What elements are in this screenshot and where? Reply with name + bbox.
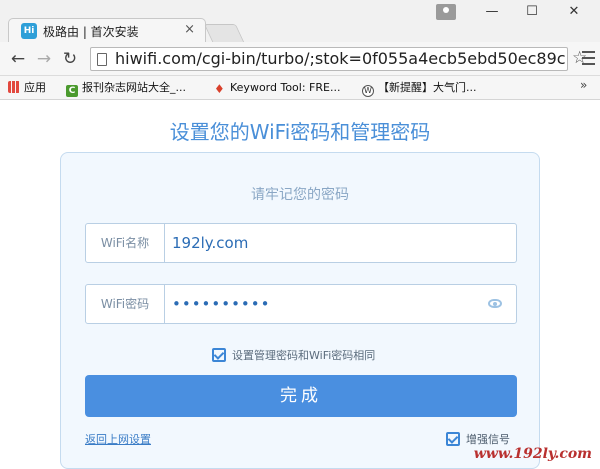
hiwifi-favicon-icon: Hi (21, 23, 37, 39)
boost-signal-label: 增强信号 (466, 433, 510, 446)
back-to-network-settings-link[interactable]: 返回上网设置 (85, 431, 151, 447)
wordpress-icon: W (362, 85, 374, 97)
show-password-eye-icon[interactable] (488, 299, 502, 308)
bookmark-label: Keyword Tool: FRE... (230, 81, 341, 94)
minimize-button[interactable]: — (482, 4, 502, 20)
bookmark-magazines[interactable]: C 报刊杂志网站大全_... (66, 80, 186, 97)
user-profile-icon[interactable] (436, 4, 456, 20)
same-password-label: 设置管理密码和WiFi密码相同 (232, 349, 376, 362)
password-input[interactable]: •••••••••• (172, 285, 270, 323)
bookmarks-overflow-icon[interactable]: » (580, 78, 587, 92)
url-text: hiwifi.com/cgi-bin/turbo/;stok=0f055a4ec… (115, 49, 566, 68)
bookmark-label: 报刊杂志网站大全_... (82, 81, 186, 94)
bookmark-apps[interactable]: 应用 (8, 80, 46, 96)
tab-close-icon[interactable]: × (184, 22, 195, 37)
same-password-option[interactable]: 设置管理密码和WiFi密码相同 (212, 347, 375, 363)
same-password-checkbox[interactable] (212, 348, 226, 362)
new-tab-button[interactable] (203, 24, 245, 42)
bookmark-reminder[interactable]: W 【新提醒】大气门... (362, 80, 477, 97)
browser-tab[interactable]: Hi 极路由 | 首次安装 × (8, 18, 206, 44)
password-field: WiFi密码 •••••••••• (85, 284, 517, 324)
page-title: 设置您的WiFi密码和管理密码 (169, 120, 431, 144)
chrome-menu-icon[interactable] (577, 47, 599, 69)
ssid-label: WiFi名称 (86, 224, 165, 262)
password-label: WiFi密码 (86, 285, 165, 323)
maximize-button[interactable]: ☐ (522, 4, 542, 20)
boost-signal-option[interactable]: 增强信号 (446, 431, 510, 447)
flame-icon: ♦ (214, 82, 225, 96)
page-icon (97, 53, 107, 66)
browser-titlebar: Hi 极路由 | 首次安装 × — ☐ ✕ (0, 0, 600, 44)
ssid-field: WiFi名称 192ly.com (85, 223, 517, 263)
reload-icon[interactable]: ↻ (60, 49, 80, 69)
back-arrow-icon[interactable]: ← (8, 49, 28, 69)
tab-title: 极路由 | 首次安装 (43, 25, 139, 39)
boost-signal-checkbox[interactable] (446, 432, 460, 446)
finish-button[interactable]: 完成 (85, 375, 517, 417)
c-icon: C (66, 85, 78, 97)
browser-toolbar: ← → ↻ hiwifi.com/cgi-bin/turbo/;stok=0f0… (0, 42, 600, 76)
bookmark-label: 应用 (24, 81, 46, 94)
apps-grid-icon (8, 81, 20, 93)
watermark: www.192ly.com (473, 446, 592, 462)
card-subtitle: 请牢记您的密码 (251, 187, 349, 203)
bookmark-keyword-tool[interactable]: ♦ Keyword Tool: FRE... (214, 80, 340, 96)
forward-arrow-icon[interactable]: → (34, 49, 54, 69)
ssid-input[interactable]: 192ly.com (172, 224, 248, 262)
close-window-button[interactable]: ✕ (564, 4, 584, 20)
bookmark-label: 【新提醒】大气门... (378, 81, 477, 94)
address-bar[interactable]: hiwifi.com/cgi-bin/turbo/;stok=0f055a4ec… (90, 47, 568, 71)
bookmarks-bar: 应用 C 报刊杂志网站大全_... ♦ Keyword Tool: FRE... W… (0, 76, 600, 100)
